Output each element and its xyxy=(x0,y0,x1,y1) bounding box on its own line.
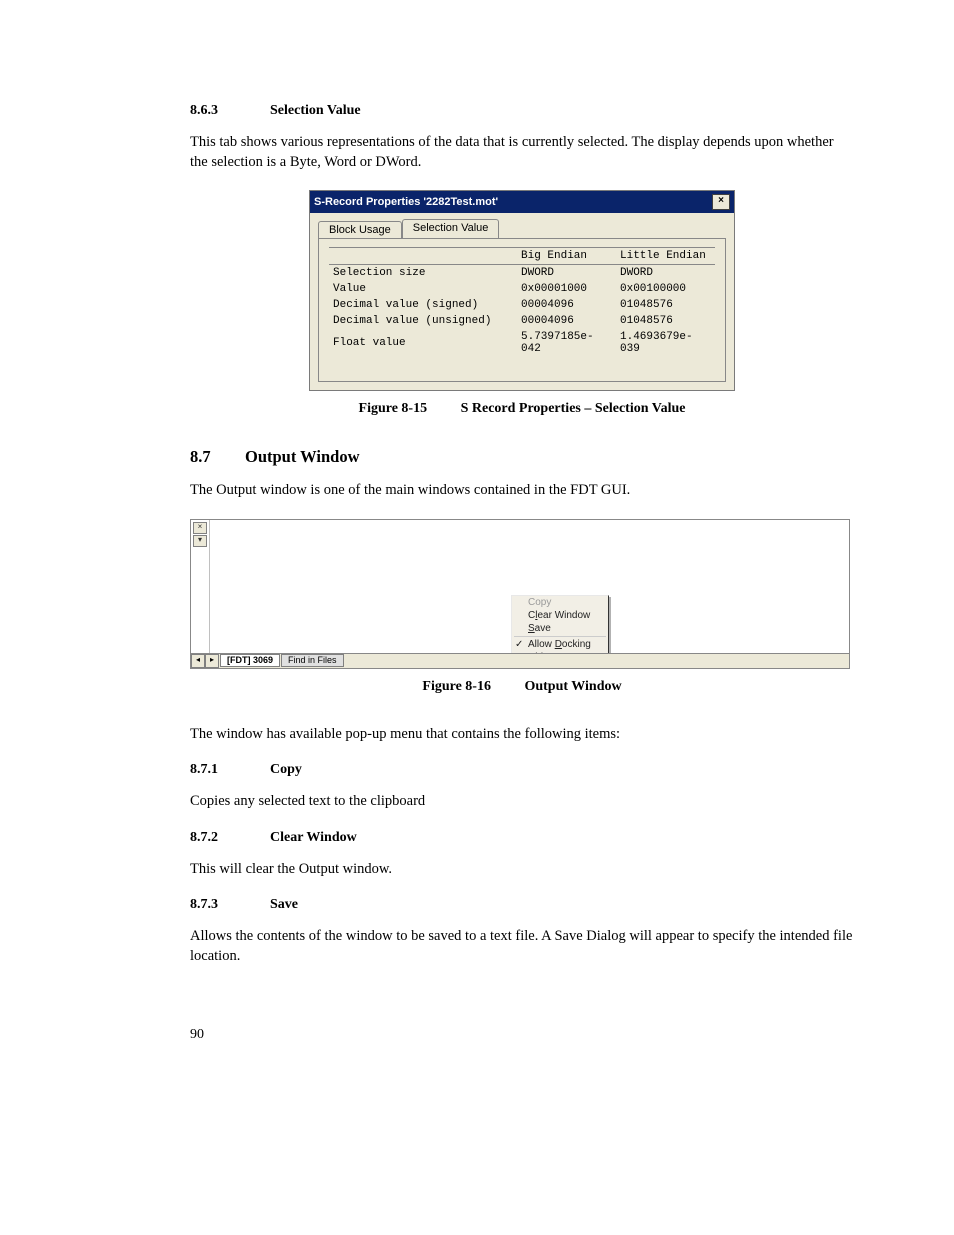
output-tab-findinfiles[interactable]: Find in Files xyxy=(281,654,344,667)
table-row: Decimal value (signed) 00004096 01048576 xyxy=(329,297,715,313)
heading-title: Copy xyxy=(270,762,302,778)
dialog-titlebar: S-Record Properties '2282Test.mot' × xyxy=(310,191,734,213)
row-label: Decimal value (unsigned) xyxy=(329,313,517,329)
menu-item-clear-window[interactable]: Clear Window xyxy=(512,609,608,622)
menu-item-allow-docking[interactable]: ✓ Allow Docking xyxy=(512,638,608,651)
heading-number: 8.7 xyxy=(190,447,245,467)
selection-value-table: Big Endian Little Endian Selection size … xyxy=(329,247,715,357)
close-icon: × xyxy=(718,195,724,206)
heading-title: Clear Window xyxy=(270,830,357,846)
figure-number: Figure 8-15 xyxy=(359,401,428,416)
output-tab-active[interactable]: [FDT] 3069 xyxy=(220,654,280,667)
heading-8-7-1: 8.7.1 Copy xyxy=(190,762,854,778)
output-window: × ▾ Copy Clear Window Save ✓ Allow Docki… xyxy=(190,519,850,669)
row-big: 0x00001000 xyxy=(517,281,616,297)
figure-8-15-caption: Figure 8-15 S Record Properties – Select… xyxy=(190,401,854,417)
paragraph: This will clear the Output window. xyxy=(190,860,854,880)
menu-item-save[interactable]: Save xyxy=(512,622,608,635)
row-label: Selection size xyxy=(329,265,517,282)
paragraph: The Output window is one of the main win… xyxy=(190,481,854,501)
row-big: 5.7397185e-042 xyxy=(517,329,616,357)
heading-number: 8.7.3 xyxy=(190,897,270,913)
row-little: DWORD xyxy=(616,265,715,282)
dialog-tabpanel: Big Endian Little Endian Selection size … xyxy=(318,238,726,382)
tab-block-usage[interactable]: Block Usage xyxy=(318,221,402,238)
tab-scroll-right[interactable]: ▸ xyxy=(205,654,219,668)
row-label: Value xyxy=(329,281,517,297)
pane-pin-icon[interactable]: ▾ xyxy=(193,535,207,547)
tab-selection-value[interactable]: Selection Value xyxy=(402,219,500,238)
menu-separator xyxy=(514,636,606,637)
row-label: Float value xyxy=(329,329,517,357)
row-big: 00004096 xyxy=(517,313,616,329)
output-tabs: ◂ ▸ [FDT] 3069 Find in Files xyxy=(191,653,849,668)
table-row: Value 0x00001000 0x00100000 xyxy=(329,281,715,297)
row-label: Decimal value (signed) xyxy=(329,297,517,313)
heading-number: 8.6.3 xyxy=(190,103,270,119)
table-header-row: Big Endian Little Endian xyxy=(329,248,715,265)
heading-8-7: 8.7 Output Window xyxy=(190,447,854,467)
heading-title: Output Window xyxy=(245,447,360,467)
figure-title: Output Window xyxy=(524,679,621,694)
paragraph: Allows the contents of the window to be … xyxy=(190,927,854,966)
row-little: 1.4693679e-039 xyxy=(616,329,715,357)
heading-8-7-3: 8.7.3 Save xyxy=(190,897,854,913)
row-little: 0x00100000 xyxy=(616,281,715,297)
paragraph: This tab shows various representations o… xyxy=(190,133,854,172)
close-button[interactable]: × xyxy=(712,194,730,210)
heading-8-7-2: 8.7.2 Clear Window xyxy=(190,830,854,846)
figure-title: S Record Properties – Selection Value xyxy=(461,401,686,416)
menu-item-copy[interactable]: Copy xyxy=(512,596,608,609)
page-number: 90 xyxy=(190,1027,854,1043)
checkmark-icon: ✓ xyxy=(515,639,523,650)
heading-number: 8.7.1 xyxy=(190,762,270,778)
row-big: DWORD xyxy=(517,265,616,282)
pane-grip-buttons: × ▾ xyxy=(193,522,207,547)
figure-number: Figure 8-16 xyxy=(422,679,491,694)
row-little: 01048576 xyxy=(616,297,715,313)
heading-number: 8.7.2 xyxy=(190,830,270,846)
figure-8-16-caption: Figure 8-16 Output Window xyxy=(190,679,854,695)
paragraph: Copies any selected text to the clipboar… xyxy=(190,792,854,812)
tab-scroll-left[interactable]: ◂ xyxy=(191,654,205,668)
col-little-endian: Little Endian xyxy=(616,248,715,265)
table-row: Float value 5.7397185e-042 1.4693679e-03… xyxy=(329,329,715,357)
col-big-endian: Big Endian xyxy=(517,248,616,265)
dialog-tabs: Block Usage Selection Value xyxy=(310,213,734,238)
heading-8-6-3: 8.6.3 Selection Value xyxy=(190,103,854,119)
pane-divider xyxy=(209,520,210,654)
table-row: Selection size DWORD DWORD xyxy=(329,265,715,282)
heading-title: Save xyxy=(270,897,298,913)
paragraph: The window has available pop-up menu tha… xyxy=(190,725,854,745)
row-little: 01048576 xyxy=(616,313,715,329)
pane-close-icon[interactable]: × xyxy=(193,522,207,534)
dialog-title: S-Record Properties '2282Test.mot' xyxy=(314,196,498,208)
row-big: 00004096 xyxy=(517,297,616,313)
heading-title: Selection Value xyxy=(270,103,361,119)
table-row: Decimal value (unsigned) 00004096 010485… xyxy=(329,313,715,329)
document-page: 8.6.3 Selection Value This tab shows var… xyxy=(0,0,954,1103)
srecord-properties-dialog: S-Record Properties '2282Test.mot' × Blo… xyxy=(309,190,735,391)
